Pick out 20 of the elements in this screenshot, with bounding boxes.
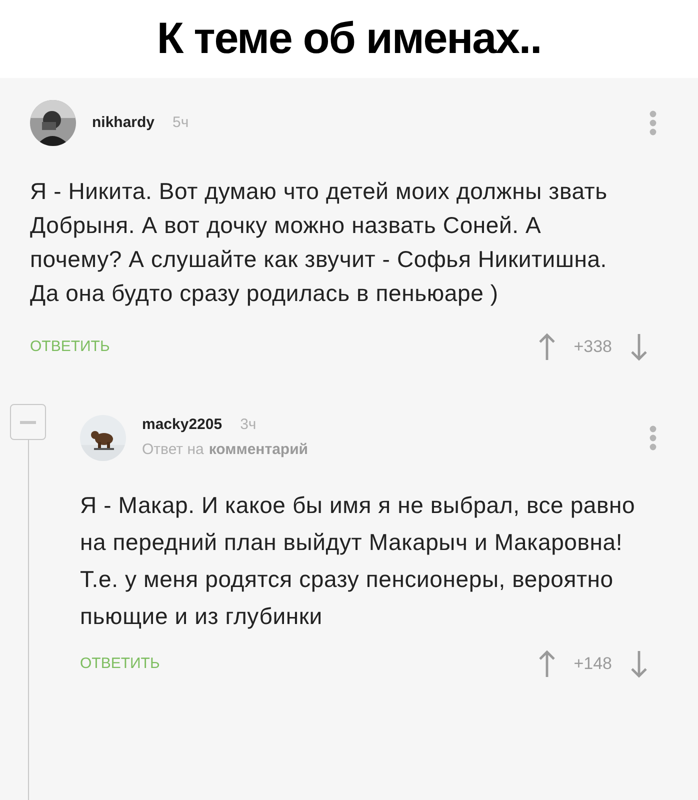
rating: +338 <box>574 336 612 358</box>
comment-text: Я - Никита. Вот думаю что детей моих должны звать Добрыня. А вот дочку можно назвать Соней. А почему? А слушайте как звучит - Софья Никитишна. <box>30 177 608 274</box>
comment-text: Да она будто сразу родилась в пеньюаре ) <box>30 279 500 308</box>
parent-comment-link[interactable]: комментарий <box>208 438 308 461</box>
reply-label: Ответ на <box>142 440 204 460</box>
downvote-icon[interactable] <box>628 332 650 362</box>
timestamp: 5ч <box>172 112 189 133</box>
downvote-icon[interactable] <box>628 649 650 679</box>
comment-text: Я - Макар. И какое бы имя я не выбрал, все равно на передний план выйдут Макарыч и Макаровна! Т.е. у меня родятся сразу пенсионеры, вероятно пьющие и из глубинки <box>80 491 636 631</box>
more-options-icon[interactable] <box>648 110 658 136</box>
username[interactable]: nikhardy <box>92 112 155 134</box>
timestamp: 3ч <box>240 415 256 435</box>
more-options-icon[interactable] <box>648 424 658 450</box>
rating: +148 <box>574 653 612 676</box>
meme-caption: К теме об именах.. <box>156 13 542 65</box>
collapse-button[interactable] <box>10 404 46 440</box>
username[interactable]: macky2205 <box>142 414 222 436</box>
reply-button[interactable]: ОТВЕТИТЬ <box>30 336 110 358</box>
reply-button[interactable]: ОТВЕТИТЬ <box>80 652 160 676</box>
minus-icon <box>20 420 36 424</box>
